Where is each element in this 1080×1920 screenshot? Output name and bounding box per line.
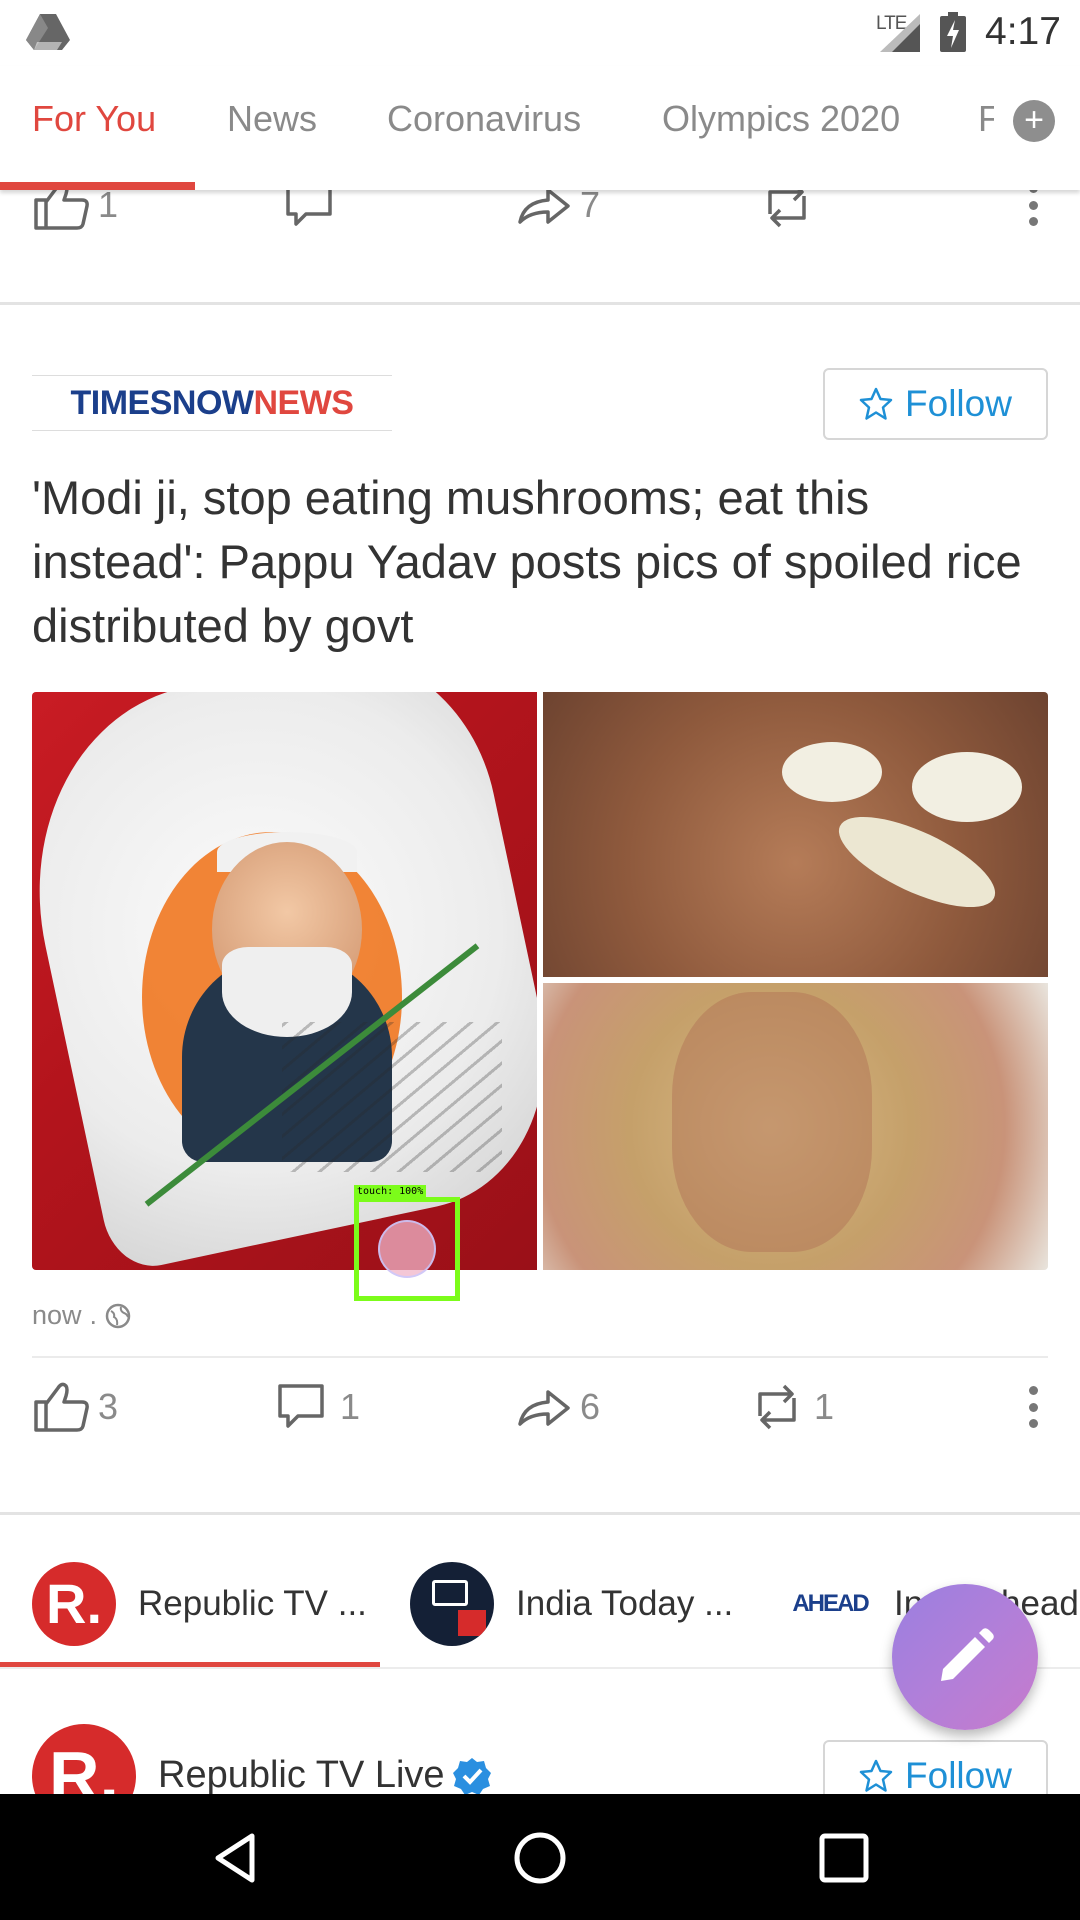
share-arrow-icon (518, 1390, 570, 1426)
author-name[interactable]: Republic TV Live (158, 1754, 445, 1794)
battery-charging-icon (940, 12, 966, 52)
verified-badge-icon (453, 1758, 491, 1794)
more-options-icon[interactable] (1018, 1380, 1048, 1434)
channel-india-today[interactable]: India Today ... (410, 1562, 733, 1646)
post-time: now (32, 1300, 82, 1330)
recents-icon[interactable] (816, 1830, 872, 1886)
meta-divider (32, 1356, 1048, 1358)
section-divider (0, 1512, 1080, 1515)
home-icon[interactable] (512, 1830, 568, 1886)
share-button[interactable]: 6 (514, 1380, 600, 1434)
clock: 4:17 (985, 10, 1061, 53)
avatar: R. (32, 1562, 116, 1646)
plus-icon[interactable]: + (1013, 100, 1055, 142)
follow-button[interactable]: Follow (823, 368, 1048, 440)
signal-icon (880, 14, 920, 52)
logo-text-part1: TIMESNOW (70, 383, 254, 422)
back-icon[interactable] (208, 1830, 264, 1886)
star-icon (859, 1759, 893, 1792)
tab-partial[interactable]: F (978, 98, 994, 140)
tab-coronavirus[interactable]: Coronavirus (387, 98, 581, 140)
channel-name: India Today ... (516, 1584, 734, 1623)
follow-label: Follow (905, 383, 1012, 424)
source-logo[interactable]: TIMESNOW NEWS (32, 375, 392, 431)
follow-button[interactable]: Follow (823, 1740, 1048, 1794)
star-icon (859, 387, 893, 420)
meta-separator: . (89, 1300, 98, 1330)
channel-republic-tv[interactable]: R. Republic TV ... (32, 1562, 367, 1646)
india-ahead-logo: AHEAD (792, 1590, 869, 1617)
share-count: 6 (580, 1386, 601, 1427)
tab-olympics-2020[interactable]: Olympics 2020 (662, 98, 900, 140)
channel-name: Republic TV ... (138, 1584, 367, 1623)
post-image[interactable] (32, 692, 1048, 1270)
section-divider (0, 302, 1080, 305)
thumbs-up-icon (34, 1382, 89, 1432)
tab-for-you[interactable]: For You (32, 98, 156, 140)
like-button[interactable]: 3 (32, 1380, 118, 1434)
comment-icon (278, 1384, 324, 1428)
follow-label: Follow (905, 1755, 1012, 1794)
comment-button[interactable]: 1 (274, 1380, 360, 1434)
avatar (410, 1562, 494, 1646)
like-count: 1 (98, 184, 119, 225)
repost-button[interactable]: 1 (748, 1380, 834, 1434)
navigation-bar (0, 1794, 1080, 1920)
touch-indicator-dot (378, 1220, 436, 1278)
drive-icon (26, 14, 70, 50)
avatar: AHEAD (788, 1562, 872, 1646)
post-headline[interactable]: 'Modi ji, stop eating mushrooms; eat thi… (32, 466, 1032, 658)
pencil-icon (941, 1628, 994, 1681)
tab-news[interactable]: News (227, 98, 317, 140)
globe-icon (105, 1303, 131, 1328)
repost-count: 1 (814, 1386, 835, 1427)
active-tab-indicator (0, 182, 195, 190)
like-count: 3 (98, 1386, 119, 1427)
avatar[interactable]: R. (32, 1724, 136, 1794)
category-tabs: For You News Coronavirus Olympics 2020 F… (0, 66, 1080, 190)
post-meta: now . (32, 1300, 131, 1331)
compose-button[interactable] (892, 1584, 1038, 1730)
logo-text-part2: NEWS (253, 383, 354, 422)
share-count: 7 (580, 184, 601, 225)
post-actions: 3 1 6 1 (0, 1362, 1080, 1452)
status-bar: LTE 4:17 (0, 0, 1080, 66)
screen: LTE 4:17 For You News Coronavirus Olympi… (0, 0, 1080, 1920)
repost-icon (758, 1384, 796, 1430)
next-post-header: R. Republic TV Live Follow (0, 1700, 1080, 1794)
comment-count: 1 (340, 1386, 361, 1427)
